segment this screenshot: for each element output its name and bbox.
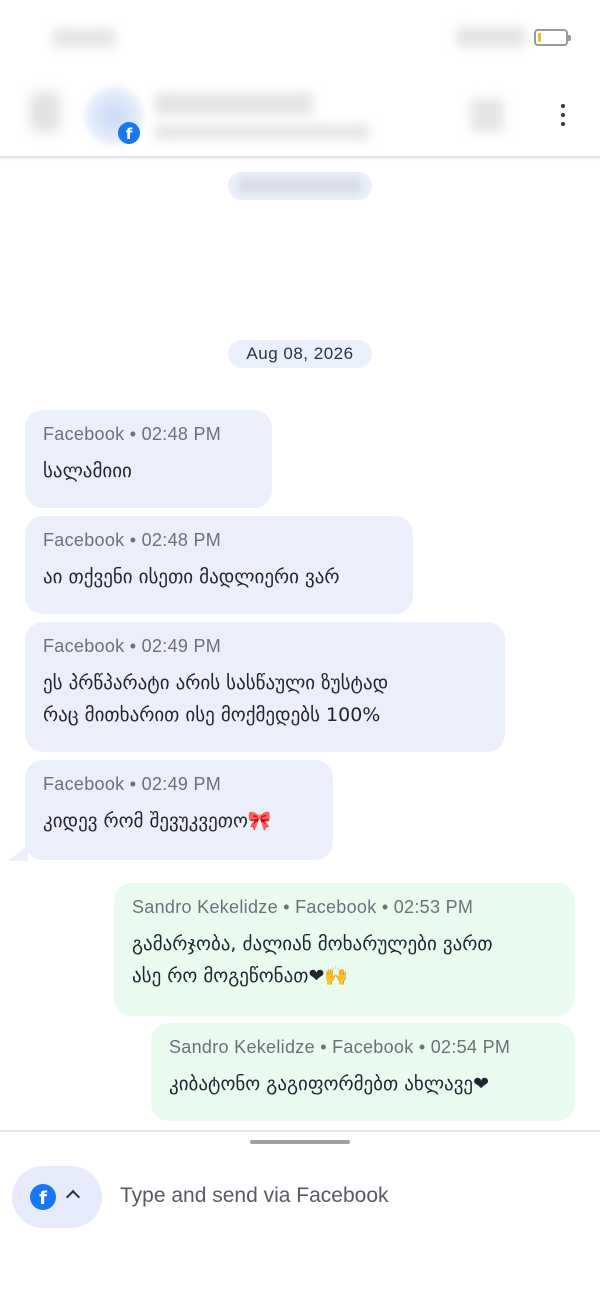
incoming-message[interactable]: Facebook • 02:48 PM სალამიიი	[25, 410, 272, 508]
bubble-tail	[8, 845, 28, 861]
outgoing-message[interactable]: Sandro Kekelidze • Facebook • 02:53 PM გ…	[114, 883, 575, 1016]
status-bar	[0, 0, 600, 70]
incoming-message[interactable]: Facebook • 02:49 PM ეს პრწპარატი არის სა…	[25, 622, 505, 752]
chevron-up-icon	[65, 1189, 81, 1205]
incoming-message[interactable]: Facebook • 02:49 PM კიდევ რომ შევუკვეთო🎀	[25, 760, 333, 860]
message-text: გამარჯობა, ძალიან მოხარულები ვართ ასე რო…	[132, 933, 493, 987]
date-separator-blurred	[228, 172, 372, 200]
message-input[interactable]	[120, 1180, 560, 1212]
message-meta: Facebook • 02:49 PM	[43, 636, 222, 656]
contact-subtitle-blurred	[154, 124, 370, 140]
message-meta: Sandro Kekelidze • Facebook • 02:54 PM	[169, 1037, 511, 1057]
conversation-header: f	[0, 70, 600, 158]
drag-handle[interactable]	[250, 1140, 350, 1144]
vertical-dots-icon[interactable]	[550, 100, 576, 130]
channel-picker-button[interactable]: f	[12, 1166, 102, 1228]
message-meta: Facebook • 02:48 PM	[43, 530, 222, 550]
date-separator: Aug 08, 2026	[228, 340, 372, 368]
facebook-icon: f	[118, 122, 140, 144]
message-text: კიდევ რომ შევუკვეთო🎀	[43, 810, 272, 832]
message-text: აი თქვენი ისეთი მადლიერი ვარ	[43, 566, 340, 588]
header-action-blurred[interactable]	[470, 98, 504, 132]
message-text: ეს პრწპარატი არის სასწაული ზუსტად რაც მი…	[43, 672, 389, 726]
back-button[interactable]	[30, 92, 60, 132]
incoming-message[interactable]: Facebook • 02:48 PM აი თქვენი ისეთი მადლ…	[25, 516, 413, 614]
facebook-icon: f	[30, 1184, 56, 1210]
message-meta: Facebook • 02:49 PM	[43, 774, 222, 794]
message-meta: Sandro Kekelidze • Facebook • 02:53 PM	[132, 897, 474, 917]
contact-name-blurred	[154, 92, 314, 116]
status-time-blurred	[52, 28, 116, 48]
message-meta: Facebook • 02:48 PM	[43, 424, 222, 444]
battery-icon	[534, 29, 571, 46]
message-composer: f	[0, 1130, 600, 1298]
message-text: სალამიიი	[43, 460, 132, 482]
message-text: კიბატონო გაგიფორმებთ ახლავე❤	[169, 1073, 490, 1095]
status-icons-blurred	[456, 26, 526, 48]
outgoing-message[interactable]: Sandro Kekelidze • Facebook • 02:54 PM კ…	[151, 1023, 575, 1121]
